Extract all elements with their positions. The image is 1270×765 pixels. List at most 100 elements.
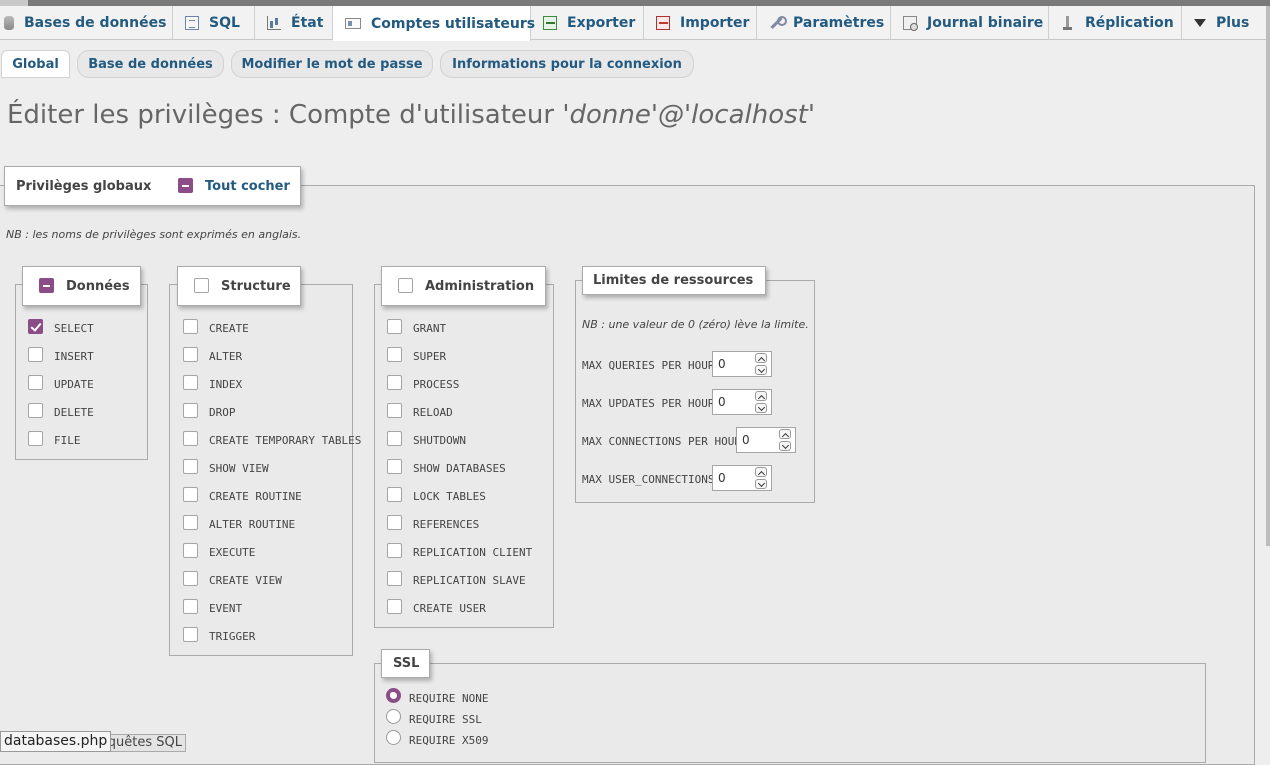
legend-text: Privilèges globaux <box>16 178 152 194</box>
subtab-database[interactable]: Base de données <box>77 50 224 78</box>
replication-slave-checkbox[interactable] <box>387 571 402 586</box>
replication-icon <box>1061 16 1075 30</box>
subtab-label: Base de données <box>88 56 213 72</box>
resource-limits-fieldset <box>575 280 815 503</box>
shutdown-checkbox[interactable] <box>387 431 402 446</box>
menu-user-accounts[interactable]: Comptes utilisateurs <box>333 6 535 41</box>
max-connections-input[interactable]: 0 <box>736 427 796 453</box>
require-x509-radio[interactable] <box>386 730 401 745</box>
privilege-label: INDEX <box>209 378 243 391</box>
admin-legend: Administration <box>381 266 546 306</box>
update-checkbox[interactable] <box>28 375 43 390</box>
index-checkbox[interactable] <box>183 375 198 390</box>
subtab-global[interactable]: Global <box>1 50 70 78</box>
increment-icon[interactable] <box>779 429 791 439</box>
check-all-checkbox[interactable] <box>178 178 193 193</box>
references-checkbox[interactable] <box>387 515 402 530</box>
menu-label: État <box>291 15 324 31</box>
require-none-radio[interactable] <box>386 688 401 703</box>
decrement-icon[interactable] <box>779 441 791 451</box>
ssl-fieldset <box>374 663 1206 763</box>
menu-replication[interactable]: Réplication <box>1049 6 1182 40</box>
max-queries-label: MAX QUERIES PER HOUR <box>582 359 715 372</box>
data-group-checkbox[interactable] <box>39 278 54 293</box>
reload-checkbox[interactable] <box>387 403 402 418</box>
privilege-label: CREATE <box>209 322 249 335</box>
subtab-change-password[interactable]: Modifier le mot de passe <box>231 50 433 78</box>
alter-checkbox[interactable] <box>183 347 198 362</box>
privilege-label: LOCK TABLES <box>413 490 486 503</box>
require-ssl-radio[interactable] <box>386 709 401 724</box>
input-value: 0 <box>718 395 726 409</box>
privilege-label: ALTER <box>209 350 243 363</box>
subtab-label: Informations pour la connexion <box>452 56 682 72</box>
show-view-checkbox[interactable] <box>183 459 198 474</box>
max-queries-input[interactable]: 0 <box>712 351 772 377</box>
privileges-note: NB : les noms de privilèges sont exprimé… <box>6 228 302 241</box>
global-privileges-legend: Privilèges globaux Tout cocher <box>4 166 301 206</box>
menu-status[interactable]: État <box>255 6 333 40</box>
privilege-label: EVENT <box>209 602 243 615</box>
select-checkbox[interactable] <box>28 319 43 334</box>
max-user-connections-input[interactable]: 0 <box>712 465 772 491</box>
vertical-scrollbar[interactable] <box>1266 6 1270 546</box>
create-user-checkbox[interactable] <box>387 599 402 614</box>
create-routine-checkbox[interactable] <box>183 487 198 502</box>
admin-group-checkbox[interactable] <box>398 278 413 293</box>
super-checkbox[interactable] <box>387 347 402 362</box>
privilege-label: REPLICATION SLAVE <box>413 574 526 587</box>
max-user-connections-label: MAX USER_CONNECTIONS <box>582 473 715 486</box>
insert-checkbox[interactable] <box>28 347 43 362</box>
resource-limits-legend: Limites de ressources <box>582 266 766 295</box>
import-icon <box>656 16 670 30</box>
grant-checkbox[interactable] <box>387 319 402 334</box>
menu-import[interactable]: Importer <box>644 6 757 40</box>
subtab-login-information[interactable]: Informations pour la connexion <box>440 50 694 78</box>
privilege-label: DELETE <box>54 406 94 419</box>
increment-icon[interactable] <box>755 467 767 477</box>
file-checkbox[interactable] <box>28 431 43 446</box>
alter-routine-checkbox[interactable] <box>183 515 198 530</box>
show-databases-checkbox[interactable] <box>387 459 402 474</box>
process-checkbox[interactable] <box>387 375 402 390</box>
check-all-label[interactable]: Tout cocher <box>205 179 290 194</box>
page-title-prefix: Éditer les privilèges : Compte d'utilisa… <box>7 100 563 130</box>
menu-sql[interactable]: SQL <box>173 6 255 40</box>
create-checkbox[interactable] <box>183 319 198 334</box>
event-checkbox[interactable] <box>183 599 198 614</box>
decrement-icon[interactable] <box>755 479 767 489</box>
privilege-label: SELECT <box>54 322 94 335</box>
legend-text: Données <box>66 278 130 294</box>
decrement-icon[interactable] <box>755 403 767 413</box>
menu-more[interactable]: Plus <box>1182 6 1270 40</box>
increment-icon[interactable] <box>755 353 767 363</box>
menu-label: Journal binaire <box>927 15 1044 31</box>
require-x509-label: REQUIRE X509 <box>409 734 489 747</box>
execute-checkbox[interactable] <box>183 543 198 558</box>
menu-label: Comptes utilisateurs <box>371 15 536 32</box>
drop-checkbox[interactable] <box>183 403 198 418</box>
lock-tables-checkbox[interactable] <box>387 487 402 502</box>
status-chart-icon <box>267 16 281 30</box>
decrement-icon[interactable] <box>755 365 767 375</box>
privilege-label: EXECUTE <box>209 546 256 559</box>
menu-settings[interactable]: Paramètres <box>757 6 891 40</box>
database-icon <box>4 16 14 30</box>
trigger-checkbox[interactable] <box>183 627 198 642</box>
menu-label: Plus <box>1216 15 1250 31</box>
limits-note: NB : une valeur de 0 (zéro) lève la limi… <box>582 318 809 331</box>
menu-databases[interactable]: Bases de données <box>0 6 173 40</box>
create-view-checkbox[interactable] <box>183 571 198 586</box>
export-icon <box>543 16 557 30</box>
privilege-label: FILE <box>54 434 81 447</box>
delete-checkbox[interactable] <box>28 403 43 418</box>
create-temporary-tables-checkbox[interactable] <box>183 431 198 446</box>
increment-icon[interactable] <box>755 391 767 401</box>
structure-group-checkbox[interactable] <box>194 278 209 293</box>
menu-export[interactable]: Exporter <box>531 6 644 40</box>
menu-label: Réplication <box>1085 15 1174 31</box>
replication-client-checkbox[interactable] <box>387 543 402 558</box>
max-updates-input[interactable]: 0 <box>712 389 772 415</box>
legend-text: Structure <box>221 278 291 294</box>
menu-binary-log[interactable]: Journal binaire <box>891 6 1049 40</box>
